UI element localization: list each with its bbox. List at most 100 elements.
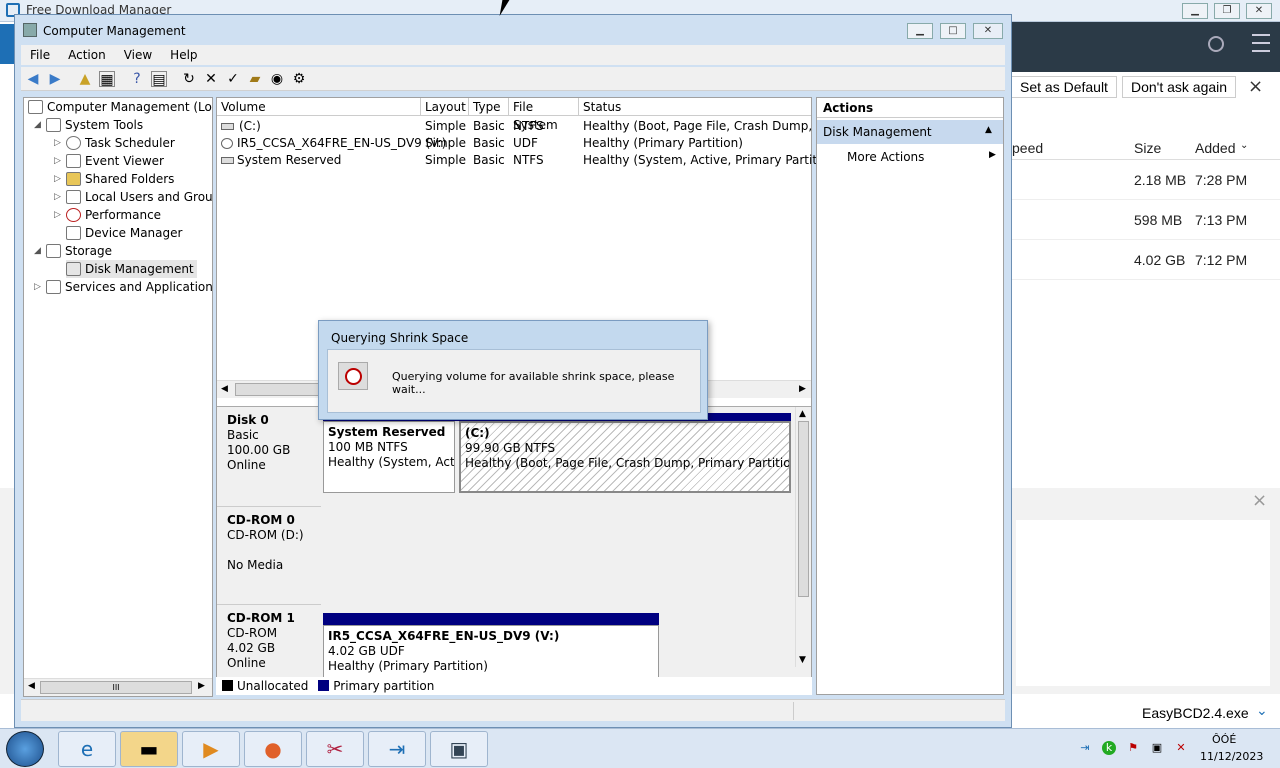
scroll-down-icon[interactable]: ▼ — [799, 655, 806, 665]
settings-icon[interactable]: ⚙ — [291, 71, 307, 87]
col-volume[interactable]: Volume — [217, 98, 421, 116]
col-status[interactable]: Status — [579, 98, 811, 116]
scroll-right-icon[interactable]: ▶ — [198, 681, 205, 691]
back-icon[interactable]: ◀ — [25, 71, 41, 87]
scroll-up-icon[interactable]: ▲ — [799, 409, 806, 419]
volume-row[interactable]: System Reserved Simple Basic NTFS Health… — [217, 152, 840, 169]
actions-section-disk-management[interactable]: Disk Management ▲ — [817, 120, 1003, 144]
firefox-icon[interactable]: ● — [244, 731, 302, 767]
tree-item-event-viewer[interactable]: Event Viewer — [66, 152, 164, 170]
open-icon[interactable]: ▰ — [247, 71, 263, 87]
fdm-restore-button[interactable]: ❐ — [1214, 3, 1240, 19]
media-player-icon[interactable]: ▶ — [182, 731, 240, 767]
dont-ask-button[interactable]: Don't ask again — [1122, 76, 1237, 98]
download-row[interactable]: 2.18 MB 7:28 PM — [1012, 160, 1280, 200]
tree-scrollbar[interactable]: ◀ III ▶ — [24, 678, 212, 696]
collapsed-arrow-icon[interactable]: ▷ — [54, 174, 61, 184]
up-folder-icon[interactable]: ▲ — [77, 71, 93, 87]
menu-view[interactable]: View — [115, 45, 161, 65]
refresh-icon[interactable]: ↻ — [181, 71, 197, 87]
status-file-name[interactable]: EasyBCD2.4.exe — [1142, 705, 1249, 721]
file-explorer-icon[interactable]: ▬ — [120, 731, 178, 767]
tree-item-task-scheduler[interactable]: Task Scheduler — [66, 134, 175, 152]
volume-name: System Reserved — [237, 153, 342, 167]
tree-item-storage[interactable]: Storage — [46, 242, 112, 260]
tree-item-root[interactable]: Computer Management (Local — [28, 98, 212, 116]
scroll-right-icon[interactable]: ▶ — [799, 384, 806, 394]
panel-close-icon[interactable]: × — [1252, 490, 1267, 511]
col-size[interactable]: Size — [1134, 140, 1161, 156]
cm-minimize-button[interactable]: ▁ — [907, 23, 933, 39]
volume-row[interactable]: IR5_CCSA_X64FRE_EN-US_DV9 (V:) Simple Ba… — [217, 135, 811, 152]
tree-item-local-users[interactable]: Local Users and Groups — [66, 188, 212, 206]
chevron-down-icon[interactable]: ⌄ — [1256, 702, 1268, 719]
volume-row[interactable]: (C:) Simple Basic NTFS Healthy (Boot, Pa… — [217, 118, 843, 135]
fdm-close-button[interactable]: ✕ — [1246, 3, 1272, 19]
col-type[interactable]: Type — [469, 98, 509, 116]
download-row[interactable]: 598 MB 7:13 PM — [1012, 200, 1280, 240]
collapsed-arrow-icon[interactable]: ▷ — [54, 156, 61, 166]
tree-item-performance[interactable]: Performance — [66, 206, 161, 224]
set-default-button[interactable]: Set as Default — [1012, 76, 1117, 98]
partition-v[interactable]: IR5_CCSA_X64FRE_EN-US_DV9 (V:) 4.02 GB U… — [323, 625, 659, 679]
tree-item-services[interactable]: Services and Applications — [46, 278, 212, 296]
disk-size: 4.02 GB — [227, 641, 276, 655]
cdrom1-label[interactable]: CD-ROM 1 CD-ROM 4.02 GB Online — [217, 605, 321, 679]
collapsed-arrow-icon[interactable]: ▷ — [34, 282, 41, 292]
expanded-arrow-icon[interactable]: ◢ — [34, 246, 41, 256]
start-button[interactable] — [6, 731, 44, 767]
delete-icon[interactable]: ✕ — [203, 71, 219, 87]
search-disk-icon[interactable]: ◉ — [269, 71, 285, 87]
flag-tray-icon[interactable]: ⚑ — [1126, 741, 1140, 755]
collapse-arrow-icon[interactable]: ▲ — [985, 125, 992, 135]
graph-scrollbar[interactable]: ▲ ▼ — [795, 407, 811, 667]
clock-date[interactable]: 11/12/2023 — [1200, 750, 1263, 763]
expanded-arrow-icon[interactable]: ◢ — [34, 120, 41, 130]
info-close-icon[interactable]: × — [1248, 76, 1263, 97]
more-actions-item[interactable]: More Actions ▶ — [817, 146, 1003, 168]
tree-item-device-manager[interactable]: Device Manager — [66, 224, 182, 242]
tree-item-disk-management[interactable]: Disk Management — [66, 260, 197, 278]
menu-action[interactable]: Action — [59, 45, 115, 65]
cdrom0-label[interactable]: CD-ROM 0 CD-ROM (D:) No Media — [217, 507, 321, 605]
computer-management-taskbar-icon[interactable]: ▣ — [430, 731, 488, 767]
collapsed-arrow-icon[interactable]: ▷ — [54, 138, 61, 148]
console-icon[interactable]: ▤ — [151, 71, 167, 88]
scroll-thumb[interactable] — [798, 421, 809, 597]
tree-item-shared-folders[interactable]: Shared Folders — [66, 170, 174, 188]
menu-icon[interactable] — [1252, 34, 1270, 52]
scroll-left-icon[interactable]: ◀ — [221, 384, 228, 394]
fdm-minimize-button[interactable]: ▁ — [1182, 3, 1208, 19]
fdm-taskbar-icon[interactable]: ⇥ — [368, 731, 426, 767]
partition-system-reserved[interactable]: System Reserved 100 MB NTFS Healthy (Sys… — [323, 421, 455, 493]
col-speed[interactable]: peed — [1012, 140, 1043, 156]
properties-icon[interactable]: ✓ — [225, 71, 241, 87]
cm-maximize-button[interactable]: □ — [940, 23, 966, 39]
help-icon[interactable]: ? — [129, 71, 145, 87]
network-tray-icon[interactable]: ▣ — [1150, 741, 1164, 755]
snipping-tool-icon[interactable]: ✂ — [306, 731, 364, 767]
menu-help[interactable]: Help — [161, 45, 206, 65]
partition-c[interactable]: (C:) 99.90 GB NTFS Healthy (Boot, Page F… — [459, 421, 791, 493]
show-hide-tree-icon[interactable]: ▦ — [99, 71, 115, 88]
col-file-system[interactable]: File System — [509, 98, 579, 132]
col-layout[interactable]: Layout — [421, 98, 469, 116]
volume-muted-icon[interactable]: ✕ — [1174, 741, 1188, 755]
clock-time[interactable]: ÔÓÉ — [1212, 733, 1236, 746]
scroll-left-icon[interactable]: ◀ — [28, 681, 35, 691]
fdm-tray-icon[interactable]: ⇥ — [1078, 741, 1092, 755]
collapsed-arrow-icon[interactable]: ▷ — [54, 210, 61, 220]
forward-icon[interactable]: ▶ — [47, 71, 63, 87]
collapsed-arrow-icon[interactable]: ▷ — [54, 192, 61, 202]
volume-fs: NTFS — [513, 153, 544, 167]
internet-explorer-icon[interactable]: e — [58, 731, 116, 767]
search-icon[interactable] — [1208, 36, 1224, 52]
kaspersky-tray-icon[interactable]: k — [1102, 741, 1116, 755]
disk0-label[interactable]: Disk 0 Basic 100.00 GB Online — [217, 407, 321, 507]
download-row[interactable]: 4.02 GB 7:12 PM — [1012, 240, 1280, 280]
scroll-thumb[interactable]: III — [40, 681, 192, 694]
menu-file[interactable]: File — [21, 45, 59, 65]
tree-item-system-tools[interactable]: System Tools — [46, 116, 143, 134]
cm-close-button[interactable]: ✕ — [973, 23, 1003, 39]
col-added[interactable]: Added — [1195, 140, 1235, 156]
